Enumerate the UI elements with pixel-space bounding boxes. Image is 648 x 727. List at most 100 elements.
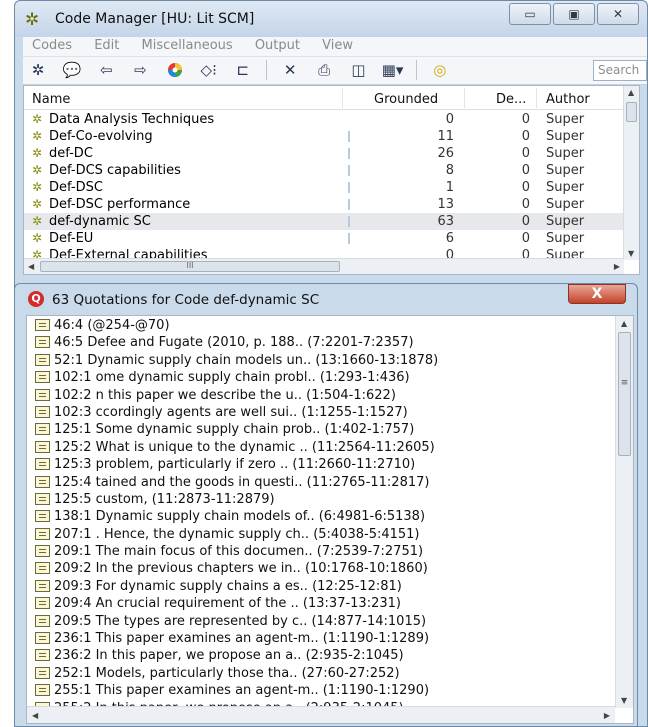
grounded-count: 8 — [445, 163, 454, 178]
delete-icon[interactable]: ✕ — [275, 57, 305, 83]
code-icon: ✲ — [32, 231, 43, 245]
table-view-icon[interactable]: ▦▾ — [378, 57, 408, 83]
quotation-text: 209:2 In the previous chapters we in.. (… — [54, 561, 428, 577]
quotation-item[interactable]: 209:5 The types are represented by c.. (… — [35, 613, 605, 630]
quotation-text: 236:2 In this paper, we propose an a.. (… — [54, 648, 404, 664]
menu-view[interactable]: View — [313, 37, 362, 53]
grounded-count: 13 — [437, 197, 454, 212]
quotation-item[interactable]: 125:5 custom, (11:2873-11:2879) — [35, 491, 605, 508]
quotation-item[interactable]: 125:2 What is unique to the dynamic .. (… — [35, 439, 605, 456]
menu-output[interactable]: Output — [246, 37, 309, 53]
scroll-right-icon[interactable]: ▶ — [604, 711, 610, 720]
code-name: ✲ Data Analysis Techniques — [32, 111, 214, 128]
scroll-up-icon[interactable]: ▲ — [621, 319, 627, 328]
scroll-left-icon[interactable]: ◀ — [32, 711, 38, 720]
code-row[interactable]: ✲ Def-DSC 1 0 Super — [24, 179, 624, 196]
quotation-item[interactable]: 52:1 Dynamic supply chain models un.. (1… — [35, 352, 605, 369]
code-name: ✲ Def-Co-evolving — [32, 128, 153, 145]
code-row[interactable]: ✲ Def-DCS capabilities 8 0 Super — [24, 162, 624, 179]
quotations-close-button[interactable]: X — [568, 284, 626, 304]
quotation-item[interactable]: 207:1 . Hence, the dynamic supply ch.. (… — [35, 526, 605, 543]
quotation-horizontal-scrollbar[interactable]: ◀ ▶ — [27, 706, 615, 723]
close-button[interactable]: ✕ — [597, 3, 639, 25]
back-arrow-icon[interactable]: ⇦ — [91, 57, 121, 83]
column-header-author[interactable]: Author — [546, 92, 590, 107]
code-name-text: Def-Co-evolving — [49, 129, 153, 144]
quotation-item[interactable]: 102:3 ccordingly agents are well sui.. (… — [35, 404, 605, 421]
quotation-item[interactable]: 46:5 Defee and Fugate (2010, p. 188.. (7… — [35, 334, 605, 351]
column-divider[interactable] — [536, 88, 537, 108]
quotation-item[interactable]: 125:1 Some dynamic supply chain prob.. (… — [35, 421, 605, 438]
menu-miscellaneous[interactable]: Miscellaneous — [133, 37, 242, 53]
new-code-icon[interactable]: ✲ — [23, 57, 53, 83]
column-divider[interactable] — [464, 88, 465, 108]
code-name: ✲ Def-DCS capabilities — [32, 162, 181, 179]
quotation-icon — [35, 684, 50, 697]
search-field[interactable]: Search — [593, 60, 647, 81]
quotation-item[interactable]: 138:1 Dynamic supply chain models of.. (… — [35, 508, 605, 525]
print-icon[interactable]: ⎙ — [309, 57, 339, 83]
quotation-list: 46:4 (@254-@70) 46:5 Defee and Fugate (20… — [26, 315, 634, 724]
quotation-item[interactable]: 236:2 In this paper, we propose an a.. (… — [35, 647, 605, 664]
quotation-rows: 46:4 (@254-@70) 46:5 Defee and Fugate (20… — [35, 317, 605, 717]
scroll-thumb[interactable]: ≡ — [618, 332, 631, 456]
quotation-item[interactable]: 209:4 An crucial requirement of the .. (… — [35, 595, 605, 612]
quotation-item[interactable]: 209:1 The main focus of this documen.. (… — [35, 543, 605, 560]
column-header-name[interactable]: Name — [32, 92, 70, 107]
code-row[interactable]: ✲ Def-Co-evolving 11 0 Super — [24, 128, 624, 145]
quotation-item[interactable]: 102:1 ome dynamic supply chain probl.. (… — [35, 369, 605, 386]
quotation-item[interactable]: 102:2 n this paper we describe the u.. (… — [35, 387, 605, 404]
quotation-item[interactable]: 236:1 This paper examines an agent-m.. (… — [35, 630, 605, 647]
scroll-down-icon[interactable]: ▼ — [621, 696, 627, 705]
menu-codes[interactable]: Codes — [23, 37, 81, 53]
scroll-left-icon[interactable]: ◀ — [28, 262, 34, 271]
code-list-horizontal-scrollbar[interactable]: ◀ III ▶ — [24, 258, 624, 274]
forward-arrow-icon[interactable]: ⇨ — [125, 57, 155, 83]
quotation-icon — [35, 632, 50, 645]
title-bar[interactable]: ✲ Code Manager [HU: Lit SCM] ▭ ▣ ✕ — [15, 1, 647, 37]
quotations-title-bar[interactable]: Q 63 Quotations for Code def-dynamic SC … — [15, 284, 637, 312]
quotation-item[interactable]: 46:4 (@254-@70) — [35, 317, 605, 334]
network-icon[interactable]: ⊏ — [228, 57, 258, 83]
code-row[interactable]: ✲ def-DC 26 0 Super — [24, 145, 624, 162]
code-row[interactable]: ✲ def-dynamic SC 63 0 Super — [24, 213, 624, 230]
code-row[interactable]: ✲ Def-EU 6 0 Super — [24, 230, 624, 247]
scroll-thumb[interactable]: III — [40, 261, 340, 272]
color-wheel-icon[interactable] — [160, 57, 190, 83]
column-divider[interactable] — [342, 88, 343, 108]
quotation-text: 209:1 The main focus of this documen.. (… — [54, 544, 424, 560]
minimize-button[interactable]: ▭ — [509, 3, 551, 25]
grounded-count: 26 — [437, 146, 454, 161]
scroll-down-icon[interactable]: ▼ — [628, 249, 634, 258]
quotation-icon — [35, 388, 50, 401]
code-row[interactable]: ✲ Data Analysis Techniques 0 0 Super — [24, 111, 624, 128]
menu-bar: Codes Edit Miscellaneous Output View — [23, 37, 647, 57]
scroll-up-icon[interactable]: ▲ — [628, 88, 634, 97]
quotation-app-icon: Q — [28, 291, 44, 307]
target-icon[interactable]: ◎ — [425, 57, 455, 83]
comment-icon[interactable]: 💬 — [57, 57, 87, 83]
scroll-right-icon[interactable]: ▶ — [614, 262, 620, 271]
quotation-item[interactable]: 255:1 This paper examines an agent-m.. (… — [35, 682, 605, 699]
code-name-text: Def-DCS capabilities — [49, 163, 181, 178]
code-list: Name Grounded De... Author ✲ Data Analysi… — [23, 85, 640, 275]
quotation-text: 209:3 For dynamic supply chains a es.. (… — [54, 578, 402, 594]
column-header-grounded[interactable]: Grounded — [374, 92, 438, 107]
quotation-item[interactable]: 209:3 For dynamic supply chains a es.. (… — [35, 578, 605, 595]
single-pane-icon[interactable]: ◫ — [343, 57, 373, 83]
quotation-icon — [35, 666, 50, 679]
quotation-item[interactable]: 209:2 In the previous chapters we in.. (… — [35, 560, 605, 577]
author: Super — [546, 112, 585, 127]
code-list-vertical-scrollbar[interactable]: ▲ ▼ — [623, 86, 639, 260]
maximize-button[interactable]: ▣ — [553, 3, 595, 25]
code-filter-icon[interactable]: ◇⁝ — [194, 57, 224, 83]
column-header-density[interactable]: De... — [496, 92, 526, 107]
quotation-item[interactable]: 125:3 problem, particularly if zero .. (… — [35, 456, 605, 473]
quotation-item[interactable]: 125:4 tained and the goods in questi.. (… — [35, 474, 605, 491]
quotation-item[interactable]: 252:1 Models, particularly those tha.. (… — [35, 665, 605, 682]
menu-edit[interactable]: Edit — [85, 37, 128, 53]
code-row[interactable]: ✲ Def-DSC performance 13 0 Super — [24, 196, 624, 213]
grounded-bar — [348, 199, 350, 210]
scroll-thumb[interactable] — [626, 102, 637, 122]
quotation-vertical-scrollbar[interactable]: ▲ ≡ ▼ — [615, 316, 633, 708]
